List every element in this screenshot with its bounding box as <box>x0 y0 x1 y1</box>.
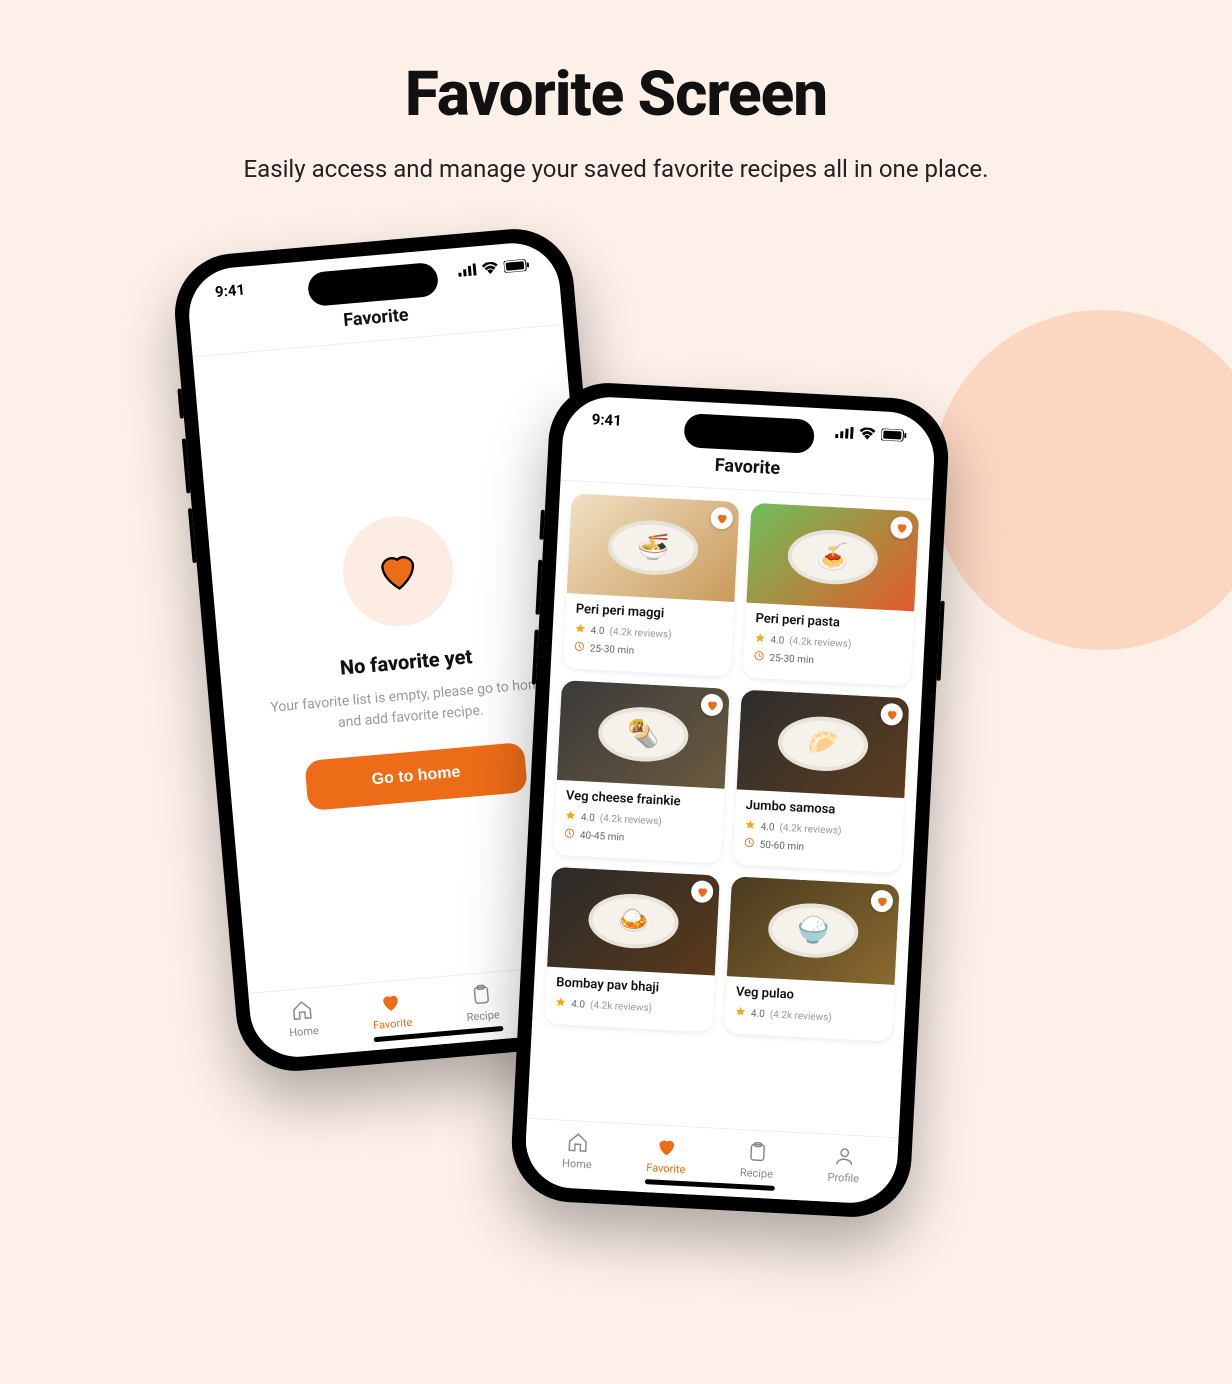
clipboard-icon <box>469 983 493 1007</box>
recipe-reviews: (4.2k reviews) <box>789 635 852 649</box>
clock-icon <box>573 641 585 656</box>
nav-favorite-label: Favorite <box>373 1016 413 1032</box>
recipe-time: 25-30 min <box>589 643 634 656</box>
status-icons <box>835 426 908 442</box>
nav-profile-label: Profile <box>827 1171 859 1186</box>
recipe-name: Veg pulao <box>736 985 885 1008</box>
home-icon <box>290 998 314 1022</box>
status-icons <box>458 259 531 277</box>
heart-icon <box>695 885 709 899</box>
clock-icon <box>564 827 576 842</box>
recipe-rating: 4.0 <box>581 812 595 824</box>
recipe-name: Peri peri pasta <box>755 611 904 634</box>
empty-state-title: No favorite yet <box>339 644 473 679</box>
nav-favorite[interactable]: Favorite <box>646 1135 687 1176</box>
heart-icon <box>885 708 899 722</box>
recipe-thumbnail: 🍜 <box>567 493 740 602</box>
heart-icon <box>895 521 909 535</box>
recipe-card[interactable]: 🌯 Veg cheese frainkie 4.0 (4.2k reviews)… <box>553 680 730 864</box>
star-icon <box>735 1006 747 1021</box>
recipe-name: Peri peri maggi <box>575 602 724 625</box>
status-time: 9:41 <box>214 281 246 302</box>
nav-recipe-label: Recipe <box>740 1166 774 1181</box>
recipe-reviews: (4.2k reviews) <box>609 626 672 640</box>
cellular-icon <box>835 426 854 439</box>
heart-icon <box>715 511 729 525</box>
recipe-thumbnail: 🍛 <box>547 867 720 976</box>
wifi-icon <box>859 427 876 440</box>
battery-icon <box>881 428 908 441</box>
status-time: 9:41 <box>591 410 622 430</box>
nav-favorite-label: Favorite <box>646 1161 686 1176</box>
page-title: Favorite Screen <box>0 58 1232 131</box>
recipe-name: Jumbo samosa <box>745 798 894 821</box>
recipe-reviews: (4.2k reviews) <box>590 999 653 1013</box>
star-icon <box>754 632 766 647</box>
wifi-icon <box>482 261 499 274</box>
heart-icon <box>705 698 719 712</box>
recipe-card[interactable]: 🥟 Jumbo samosa 4.0 (4.2k reviews) 50-60 … <box>733 689 910 873</box>
nav-recipe[interactable]: Recipe <box>464 982 500 1024</box>
heart-icon <box>373 546 423 596</box>
favorite-toggle[interactable] <box>890 516 913 539</box>
battery-icon <box>503 259 530 273</box>
recipe-rating: 4.0 <box>590 625 604 637</box>
recipe-card[interactable]: 🍜 Peri peri maggi 4.0 (4.2k reviews) 25-… <box>563 493 740 677</box>
nav-favorite[interactable]: Favorite <box>370 990 412 1032</box>
heart-icon <box>379 991 403 1015</box>
nav-home-label: Home <box>289 1024 320 1040</box>
recipe-card[interactable]: 🍛 Bombay pav bhaji 4.0 (4.2k reviews) <box>544 867 720 1033</box>
nav-home[interactable]: Home <box>562 1131 594 1171</box>
recipe-rating: 4.0 <box>751 1008 765 1020</box>
recipe-name: Veg cheese frainkie <box>566 788 715 811</box>
recipe-card[interactable]: 🍝 Peri peri pasta 4.0 (4.2k reviews) 25-… <box>742 503 919 687</box>
star-icon <box>744 819 756 834</box>
nav-profile[interactable]: Profile <box>827 1145 860 1186</box>
recipe-thumbnail: 🌯 <box>557 680 730 789</box>
clipboard-icon <box>746 1140 769 1163</box>
recipe-rating: 4.0 <box>571 998 585 1010</box>
nav-home-label: Home <box>562 1157 592 1172</box>
recipe-name: Bombay pav bhaji <box>556 975 705 998</box>
profile-icon <box>833 1145 856 1168</box>
nav-home[interactable]: Home <box>286 998 319 1039</box>
favorite-toggle[interactable] <box>710 507 733 530</box>
favorite-toggle[interactable] <box>880 703 903 726</box>
star-icon <box>574 623 586 638</box>
cellular-icon <box>458 263 477 277</box>
recipe-time: 25-30 min <box>769 652 814 665</box>
decorative-circle <box>932 310 1232 650</box>
nav-recipe[interactable]: Recipe <box>740 1140 775 1181</box>
star-icon <box>555 996 567 1011</box>
recipe-card[interactable]: 🍚 Veg pulao 4.0 (4.2k reviews) <box>724 876 900 1042</box>
recipe-rating: 4.0 <box>770 634 784 646</box>
favorite-toggle[interactable] <box>691 880 714 903</box>
recipe-thumbnail: 🍝 <box>746 503 919 612</box>
heart-icon <box>655 1136 678 1159</box>
recipe-reviews: (4.2k reviews) <box>779 822 842 836</box>
phone-mock-grid: 9:41 Favorite 🍜 Peri peri maggi 4.0 (4.2… <box>509 380 951 1220</box>
nav-recipe-label: Recipe <box>466 1008 500 1024</box>
star-icon <box>565 809 577 824</box>
clock-icon <box>743 837 755 852</box>
empty-state-heart-badge <box>339 512 458 631</box>
favorite-toggle[interactable] <box>700 693 723 716</box>
heart-icon <box>875 894 889 908</box>
clock-icon <box>753 650 765 665</box>
recipe-thumbnail: 🍚 <box>727 876 900 985</box>
home-icon <box>566 1131 589 1154</box>
empty-state-subtitle: Your favorite list is empty, please go t… <box>259 673 562 741</box>
recipe-time: 50-60 min <box>759 839 804 852</box>
recipe-rating: 4.0 <box>760 821 774 833</box>
page-subtitle: Easily access and manage your saved favo… <box>0 155 1232 183</box>
favorite-toggle[interactable] <box>870 890 893 913</box>
recipe-reviews: (4.2k reviews) <box>769 1009 832 1023</box>
recipe-time: 40-45 min <box>580 830 625 843</box>
recipe-thumbnail: 🥟 <box>737 689 910 798</box>
recipe-reviews: (4.2k reviews) <box>599 813 662 827</box>
go-to-home-button[interactable]: Go to home <box>304 742 528 811</box>
